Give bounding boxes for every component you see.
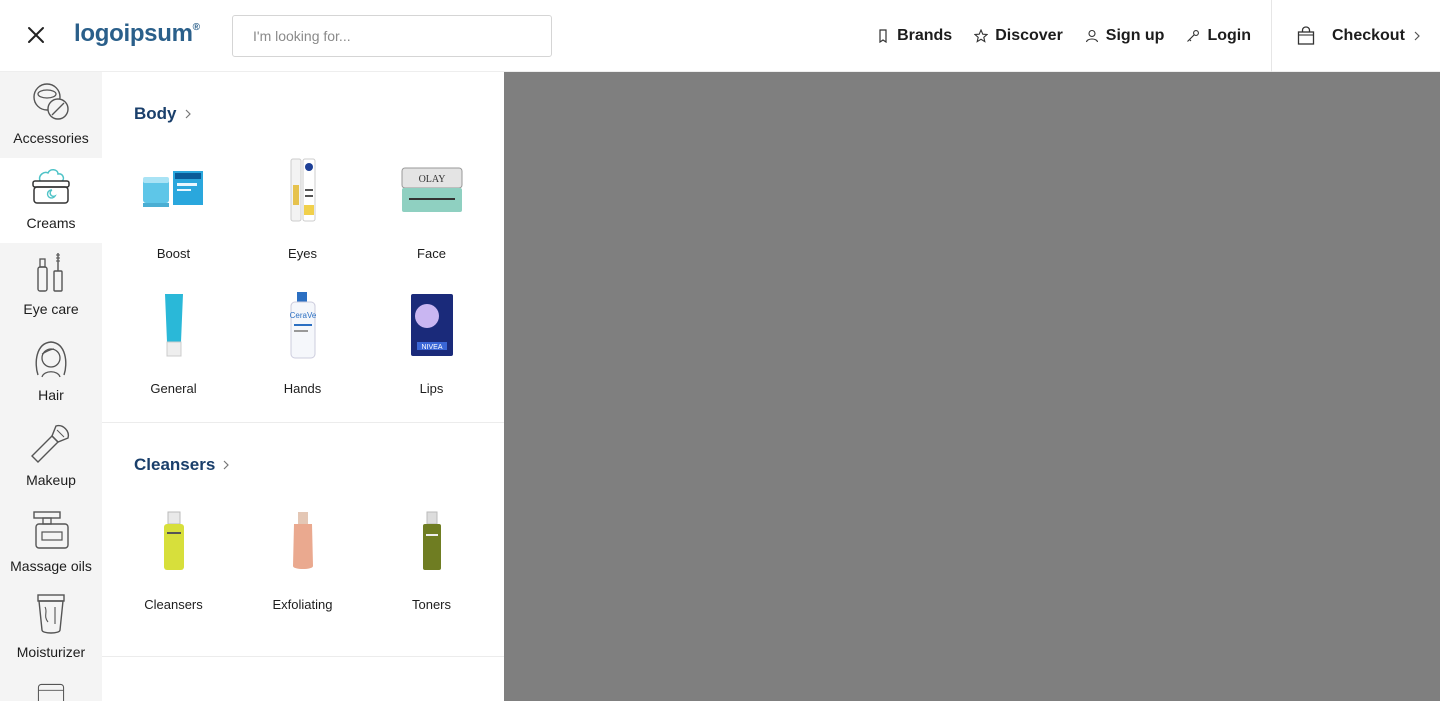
product-boost[interactable]: Boost bbox=[109, 150, 238, 261]
product-image-face: OLAY bbox=[392, 150, 472, 230]
section-cleansers: Cleansers Cleansers Exfoliating Toners bbox=[102, 423, 504, 657]
rail-item-hair[interactable]: Hair bbox=[0, 329, 102, 415]
product-image-hands: CeraVe bbox=[263, 285, 343, 365]
rail-label-accessories: Accessories bbox=[13, 129, 89, 146]
nav-brands-label: Brands bbox=[897, 27, 953, 44]
top-nav: Brands Discover Sign up Login bbox=[876, 0, 1251, 72]
rail-item-creams[interactable]: Creams bbox=[0, 157, 102, 244]
rail-item-accessories[interactable]: Accessories bbox=[0, 72, 102, 158]
product-image-exfoliating bbox=[263, 501, 343, 581]
product-grid-cleansers: Cleansers Exfoliating Toners bbox=[109, 501, 504, 612]
section-title-cleansers-label: Cleansers bbox=[134, 455, 216, 474]
product-image-eyes bbox=[263, 150, 343, 230]
rail-label-moisturizer: Moisturizer bbox=[16, 643, 86, 660]
nav-discover-label: Discover bbox=[995, 27, 1063, 44]
rail-item-more[interactable] bbox=[0, 672, 102, 701]
product-box-icon bbox=[37, 683, 65, 701]
rail-label-makeup: Makeup bbox=[26, 472, 76, 489]
product-image-cleansers bbox=[134, 501, 214, 581]
section-title-cleansers[interactable]: Cleansers bbox=[102, 455, 504, 475]
product-image-lips: NIVEA bbox=[392, 285, 472, 365]
close-menu-button[interactable] bbox=[22, 21, 50, 49]
section-title-body-label: Body bbox=[134, 104, 177, 123]
tag-icon bbox=[879, 29, 887, 43]
rail-label-eye-care: Eye care bbox=[23, 301, 79, 318]
close-icon bbox=[28, 27, 44, 43]
cream-jar-icon bbox=[32, 169, 70, 205]
category-rail: Accessories Creams Eye care Hair Makeup … bbox=[0, 72, 102, 701]
checkout-label: Checkout bbox=[1332, 27, 1405, 44]
logo[interactable]: logoipsum® bbox=[74, 20, 200, 48]
product-cleansers[interactable]: Cleansers bbox=[109, 501, 238, 612]
product-image-general bbox=[134, 285, 214, 365]
rail-label-creams: Creams bbox=[26, 215, 76, 232]
massage-oil-icon bbox=[33, 511, 69, 549]
product-label-toners: Toners bbox=[411, 597, 452, 612]
hair-icon bbox=[35, 341, 67, 378]
cart-icon bbox=[1297, 26, 1315, 45]
rail-item-massage-oils[interactable]: Massage oils bbox=[0, 500, 102, 586]
nav-brands[interactable]: Brands bbox=[876, 27, 952, 45]
section-body: Body Boost Eyes OLAY Face General CeraVe… bbox=[102, 72, 504, 423]
mega-menu-panel: Body Boost Eyes OLAY Face General CeraVe… bbox=[102, 72, 504, 701]
page-overlay[interactable] bbox=[504, 72, 1440, 701]
nav-login[interactable]: Login bbox=[1186, 27, 1251, 45]
product-label-general: General bbox=[150, 381, 197, 396]
chevron-right-icon bbox=[1414, 31, 1420, 41]
product-general[interactable]: General bbox=[109, 285, 238, 396]
logo-text: logoipsum bbox=[74, 20, 193, 47]
product-toners[interactable]: Toners bbox=[367, 501, 496, 612]
key-icon bbox=[1187, 30, 1200, 42]
svg-text:OLAY: OLAY bbox=[418, 174, 445, 185]
star-icon bbox=[974, 29, 989, 43]
product-exfoliating[interactable]: Exfoliating bbox=[238, 501, 367, 612]
accessories-icon bbox=[33, 82, 69, 120]
header: logoipsum® Brands Discover Sign up Login… bbox=[0, 0, 1440, 72]
svg-text:NIVEA: NIVEA bbox=[421, 344, 442, 351]
product-lips[interactable]: NIVEA Lips bbox=[367, 285, 496, 396]
user-icon bbox=[1085, 29, 1098, 43]
rail-item-moisturizer[interactable]: Moisturizer bbox=[0, 586, 102, 672]
chevron-right-icon bbox=[223, 460, 230, 470]
product-image-boost bbox=[134, 150, 214, 230]
nav-signup-label: Sign up bbox=[1105, 27, 1165, 44]
nav-discover[interactable]: Discover bbox=[974, 27, 1063, 45]
product-image-toners bbox=[392, 501, 472, 581]
product-face[interactable]: OLAY Face bbox=[367, 150, 496, 261]
rail-label-massage-oils: Massage oils bbox=[10, 558, 92, 575]
product-label-lips: Lips bbox=[419, 381, 444, 396]
product-label-face: Face bbox=[417, 246, 446, 261]
rail-item-makeup[interactable]: Makeup bbox=[0, 415, 102, 501]
logo-mark: ® bbox=[192, 22, 200, 33]
nav-login-label: Login bbox=[1207, 27, 1251, 44]
moisturizer-icon bbox=[37, 594, 65, 634]
chevron-right-icon bbox=[185, 109, 191, 119]
search-input[interactable] bbox=[232, 15, 552, 57]
checkout-button[interactable]: Checkout bbox=[1271, 0, 1440, 72]
rail-label-hair: Hair bbox=[38, 386, 64, 403]
product-label-boost: Boost bbox=[156, 246, 191, 261]
product-label-hands: Hands bbox=[283, 381, 322, 396]
eye-care-icon bbox=[37, 253, 63, 292]
product-label-exfoliating: Exfoliating bbox=[272, 597, 333, 612]
section-title-body[interactable]: Body bbox=[102, 104, 504, 124]
nav-signup[interactable]: Sign up bbox=[1085, 27, 1165, 45]
product-label-eyes: Eyes bbox=[288, 246, 317, 261]
product-hands[interactable]: CeraVe Hands bbox=[238, 285, 367, 396]
product-label-cleansers: Cleansers bbox=[144, 597, 203, 612]
product-grid-body: Boost Eyes OLAY Face General CeraVe Hand… bbox=[109, 150, 504, 396]
rail-item-eye-care[interactable]: Eye care bbox=[0, 243, 102, 329]
svg-text:CeraVe: CeraVe bbox=[289, 311, 316, 320]
makeup-brush-icon bbox=[31, 425, 70, 464]
product-eyes[interactable]: Eyes bbox=[238, 150, 367, 261]
